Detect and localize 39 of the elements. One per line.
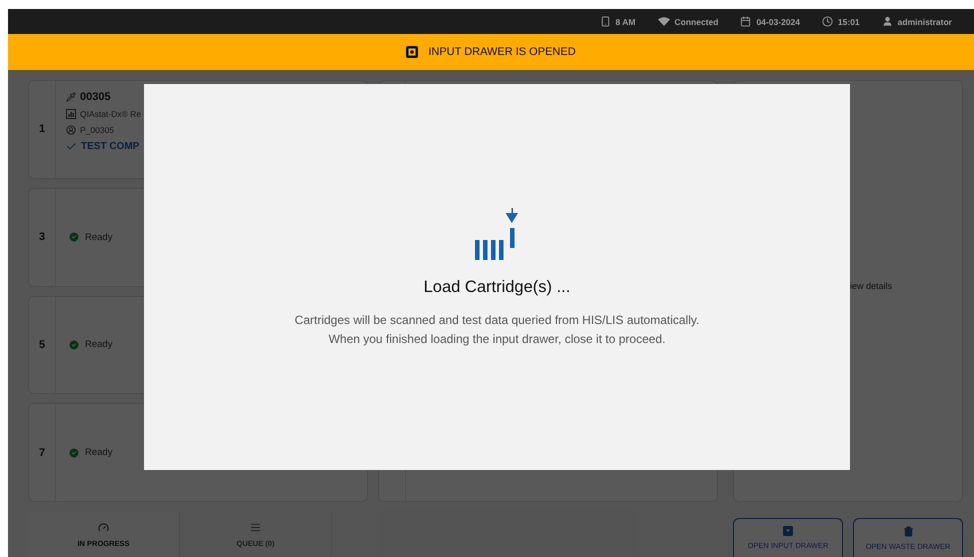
patient-id: P_00305 [80,125,114,135]
gauge-icon [98,522,109,532]
patient-icon [66,125,76,135]
modal-message: When you finished loading the input drawer, close it to proceed. [328,331,666,348]
drawer-icon [406,46,418,58]
status-text: 04-03-2024 [756,16,800,26]
ready-check-icon [68,446,80,459]
banner-text: INPUT DRAWER IS OPENED [428,46,576,58]
pipette-icon [66,92,76,102]
test-status: TEST COMP [81,141,140,152]
drawer-icon [783,526,793,536]
calendar-icon [740,16,752,27]
check-icon [66,141,77,152]
list-icon [250,522,261,532]
slot-number: 7 [29,404,56,501]
chart-icon [66,109,76,119]
trash-icon [902,526,914,536]
status-text: Connected [674,16,718,26]
cartridge-load-icon [475,208,519,260]
assay-name: QIAstat-Dx® Re [80,109,142,119]
slot-number: 3 [29,188,56,286]
status-text: 8 AM [616,16,636,26]
slot-status: Ready [85,339,112,350]
phone-icon [600,16,611,27]
user-icon [882,16,893,27]
slot-number: 5 [29,296,56,394]
slot-status: Ready [85,447,112,458]
modal-title: Load Cartridge(s) ... [424,278,570,297]
details-link[interactable]: iew details [850,281,892,291]
ready-check-icon [68,338,80,351]
ready-check-icon [68,231,80,244]
modal-message: Cartridges will be scanned and test data queried from HIS/LIS automatically. [294,312,700,329]
clock-icon [822,16,833,27]
status-text: administrator [898,16,952,26]
status-text: 15:01 [838,16,860,26]
slot-number: 1 [29,81,56,178]
sample-id: 00305 [80,91,111,103]
slot-status: Ready [85,232,112,243]
wifi-icon [658,17,670,26]
